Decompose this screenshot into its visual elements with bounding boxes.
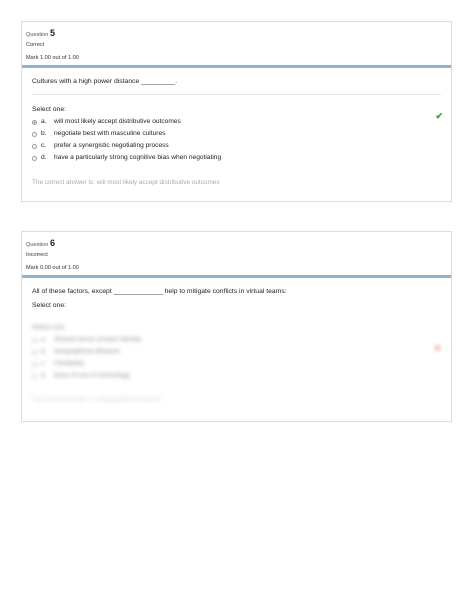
option-text: Ease of use of technology xyxy=(54,372,130,379)
question-number: Question 5 xyxy=(26,27,447,39)
radio-button[interactable] xyxy=(32,361,37,367)
option-text: Shared sense of team identity xyxy=(54,336,142,343)
answer-option-d[interactable]: d. have a particularly strong cognitive … xyxy=(32,152,441,164)
select-one-prompt-blurred: Select one: xyxy=(32,324,67,331)
question-number: Question 6 xyxy=(26,237,447,249)
option-letter: d. xyxy=(41,154,47,161)
question-content: Cultures with a high power distance ____… xyxy=(22,68,451,186)
radio-button[interactable] xyxy=(32,349,37,355)
question-6-card: Question 6 Incorrect Mark 0.00 out of 1.… xyxy=(21,231,452,422)
question-number-value: 5 xyxy=(49,28,55,38)
option-text: prefer a synergistic negotiating process xyxy=(54,142,169,149)
radio-button[interactable] xyxy=(32,155,37,161)
question-text: Cultures with a high power distance ____… xyxy=(32,78,441,95)
option-text: will most likely accept distributive out… xyxy=(54,118,181,125)
radio-button[interactable] xyxy=(32,143,37,149)
option-letter: b. xyxy=(41,130,47,137)
option-text: Geographical distance xyxy=(54,348,120,355)
question-label: Question xyxy=(26,32,49,38)
option-letter: c. xyxy=(41,142,47,149)
correct-answer-feedback: The correct answer is: Geographical dist… xyxy=(32,396,161,403)
select-one-prompt: Select one: xyxy=(32,106,67,113)
cross-icon: ✖ xyxy=(434,344,441,353)
check-icon: ✔ xyxy=(435,111,443,121)
correct-answer-feedback: The correct answer is: will most likely … xyxy=(32,179,220,186)
radio-button[interactable] xyxy=(32,337,37,343)
option-letter: b. xyxy=(41,348,47,355)
radio-button[interactable] xyxy=(32,119,37,125)
radio-button[interactable] xyxy=(32,373,37,379)
question-label: Question xyxy=(26,242,49,248)
option-letter: d. xyxy=(41,372,47,379)
blurred-answer-section: Select one: a. Shared sense of team iden… xyxy=(22,324,451,403)
answer-option-c[interactable]: c. prefer a synergistic negotiating proc… xyxy=(32,140,441,152)
option-text: Familiarity xyxy=(54,360,85,367)
question-state: Correct xyxy=(26,42,45,48)
option-text: have a particularly strong cognitive bia… xyxy=(54,154,222,161)
option-letter: a. xyxy=(41,336,47,343)
answer-option-d[interactable]: d. Ease of use of technology xyxy=(32,370,441,382)
option-letter: a. xyxy=(41,118,47,125)
question-content: All of these factors, except ___________… xyxy=(22,278,451,310)
select-one-prompt: Select one: xyxy=(32,302,67,309)
option-letter: c. xyxy=(41,360,47,367)
question-5-card: Question 5 Correct Mark 1.00 out of 1.00… xyxy=(21,21,452,202)
question-number-value: 6 xyxy=(49,238,55,248)
question-text: All of these factors, except ___________… xyxy=(32,288,287,295)
answer-option-a[interactable]: a. Shared sense of team identity xyxy=(32,334,441,346)
radio-button[interactable] xyxy=(32,131,37,137)
question-state: Incorrect xyxy=(26,252,48,258)
answer-option-b[interactable]: b. Geographical distance xyxy=(32,346,441,358)
option-text: negotiate best with masculine cultures xyxy=(54,130,166,137)
answer-option-b[interactable]: b. negotiate best with masculine culture… xyxy=(32,128,441,140)
answer-option-a[interactable]: a. will most likely accept distributive … xyxy=(32,111,443,128)
answer-option-c[interactable]: c. Familiarity xyxy=(32,358,441,370)
question-grade: Mark 0.00 out of 1.00 xyxy=(26,265,79,271)
question-info: Question 6 Incorrect Mark 0.00 out of 1.… xyxy=(22,232,451,274)
question-info: Question 5 Correct Mark 1.00 out of 1.00 xyxy=(22,22,451,64)
question-grade: Mark 1.00 out of 1.00 xyxy=(26,55,79,61)
